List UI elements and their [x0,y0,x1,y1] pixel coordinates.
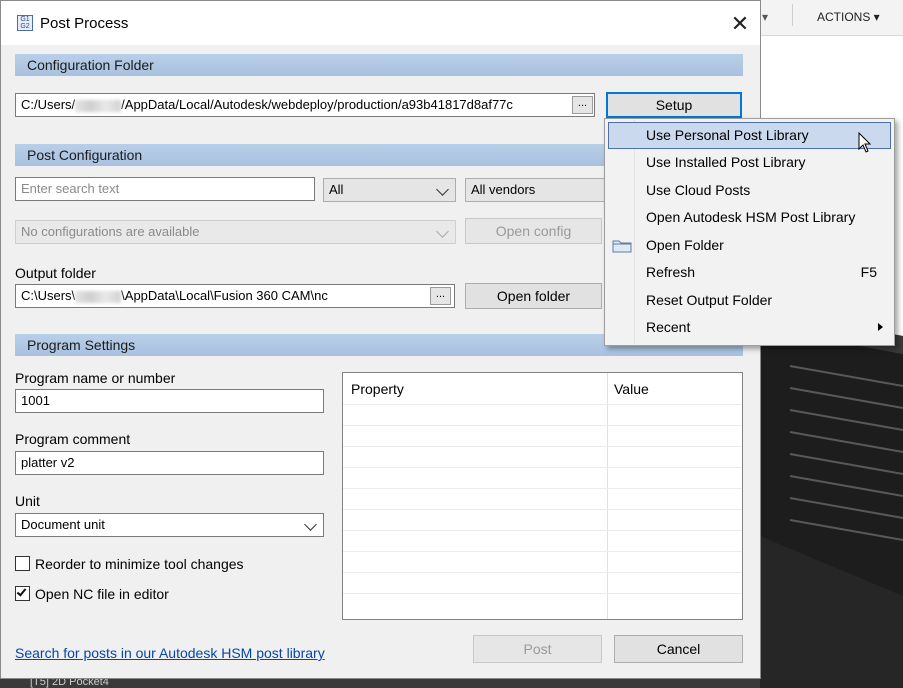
shortcut-label: F5 [860,264,877,280]
open-folder-button[interactable]: Open folder [465,283,602,309]
close-icon[interactable]: ✕ [729,13,751,35]
output-folder-label: Output folder [15,265,96,281]
program-name-input[interactable]: 1001 [15,389,324,413]
menu-item-label: Open Autodesk HSM Post Library [646,209,856,225]
cancel-button[interactable]: Cancel [614,635,743,663]
toolbar-divider [792,4,793,26]
mouse-cursor-icon [858,132,872,153]
redacted-username [75,290,122,303]
property-grid[interactable]: Property Value [342,372,743,620]
open-nc-checkbox[interactable] [15,586,30,601]
output-folder-field[interactable]: C:\Users\ \AppData\Local\Fusion 360 CAM\n… [15,284,455,308]
grid-row-line [343,530,742,531]
unit-value: Document unit [21,517,105,532]
menu-item-label: Reset Output Folder [646,292,773,308]
grid-row-line [343,593,742,594]
chevron-down-icon [436,225,449,238]
app-icon: G1 G2 [17,15,33,31]
post-configuration-value: No configurations are available [21,224,200,239]
grid-row-line [343,488,742,489]
setup-button[interactable]: Setup [606,92,742,118]
dialog-title: Post Process [40,15,129,32]
menu-item-label: Refresh [646,264,696,280]
menu-item-use-cloud-posts[interactable]: Use Cloud Posts [608,177,891,204]
reorder-label[interactable]: Reorder to minimize tool changes [35,556,244,572]
column-divider [607,373,608,619]
open-config-button: Open config [465,218,602,244]
unit-select[interactable]: Document unit [15,513,324,537]
menu-item-label: Use Personal Post Library [646,127,809,143]
menu-item-use-installed-post-library[interactable]: Use Installed Post Library [608,149,891,176]
browse-config-button[interactable]: ... [572,96,593,114]
grid-row-line [343,572,742,573]
path-suffix: /AppData/Local/Autodesk/webdeploy/produc… [121,97,513,112]
reorder-checkbox[interactable] [15,556,30,571]
output-path-suffix: \AppData\Local\Fusion 360 CAM\nc [121,288,328,303]
post-configuration-select: No configurations are available [15,220,456,244]
redacted-username [75,99,122,112]
category-filter-value: All [329,182,344,197]
menu-item-recent[interactable]: Recent [608,314,891,341]
menu-item-label: Use Installed Post Library [646,154,806,170]
hsm-post-library-link[interactable]: Search for posts in our Autodesk HSM pos… [15,645,325,661]
menu-item-open-hsm-post-library[interactable]: Open Autodesk HSM Post Library [608,204,891,231]
program-comment-input[interactable]: platter v2 [15,451,324,475]
grid-row-line [343,425,742,426]
actions-menu[interactable]: ACTIONS ▾ [817,10,880,24]
category-filter-select[interactable]: All [323,178,456,202]
grid-row-line [343,467,742,468]
browse-output-button[interactable]: ... [430,287,451,305]
vendor-filter-select[interactable]: All vendors [465,178,605,202]
open-nc-label[interactable]: Open NC file in editor [35,586,169,602]
program-name-label: Program name or number [15,370,176,386]
submenu-arrow-icon [878,323,883,331]
unit-label: Unit [15,493,40,509]
post-search-input[interactable]: Enter search text [15,177,315,201]
setup-menu: Use Personal Post Library Use Installed … [604,118,895,346]
grid-row-line [343,509,742,510]
menu-item-open-folder[interactable]: Open Folder [608,232,891,259]
configuration-folder-field[interactable]: C:/Users/ /AppData/Local/Autodesk/webdepl… [15,93,595,117]
chevron-down-icon [436,183,449,196]
vendor-filter-value: All vendors [471,182,536,197]
menu-item-reset-output-folder[interactable]: Reset Output Folder [608,287,891,314]
grid-row-line [343,551,742,552]
menu-item-use-personal-post-library[interactable]: Use Personal Post Library [608,122,891,149]
menu-item-label: Recent [646,319,691,335]
column-header-value[interactable]: Value [614,381,649,397]
menu-item-label: Use Cloud Posts [646,182,751,198]
title-bar[interactable]: G1 G2 Post Process ✕ [1,1,760,45]
output-path-prefix: C:\Users\ [21,288,76,303]
column-header-property[interactable]: Property [351,381,404,397]
grid-row-line [343,404,742,405]
grid-row-line [343,446,742,447]
section-header-configuration-folder: Configuration Folder [15,54,743,76]
folder-icon [612,240,632,253]
checkmark-icon [16,586,27,597]
menu-item-refresh[interactable]: Refresh F5 [608,259,891,286]
post-button: Post [473,635,602,663]
path-prefix: C:/Users/ [21,97,76,112]
program-comment-label: Program comment [15,431,131,447]
background-caret: ▾ [762,10,769,24]
chevron-down-icon [304,518,317,531]
menu-item-label: Open Folder [646,237,724,253]
